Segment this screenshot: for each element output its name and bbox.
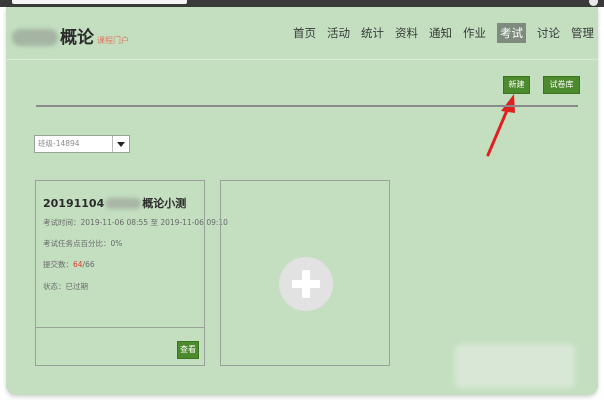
class-select-value: 班级-14894 <box>38 139 80 148</box>
section-divider <box>36 105 578 107</box>
exam-status: 状态：已过期 <box>43 281 88 292</box>
exam-submissions: 提交数：64/66 <box>43 259 95 270</box>
dropdown-arrow-icon[interactable] <box>112 136 129 152</box>
view-button[interactable]: 查看 <box>177 341 199 359</box>
plus-icon[interactable] <box>279 257 333 311</box>
status-badge: 已过期 <box>65 282 89 291</box>
class-select[interactable]: 班级-14894 <box>34 135 130 153</box>
submissions-total: /66 <box>82 260 95 269</box>
watermark <box>455 344 575 388</box>
address-bar[interactable] <box>12 0 187 4</box>
status-label: 状态： <box>43 282 66 291</box>
exam-title-name: 概论小测 <box>142 197 187 210</box>
submissions-count: 64 <box>73 260 83 269</box>
window-control-icon[interactable] <box>589 0 598 6</box>
exam-time: 考试时间：2019-11-06 08:55 至 2019-11-06 09:10 <box>43 218 228 227</box>
add-exam-card[interactable] <box>220 180 390 366</box>
browser-topbar <box>0 0 604 7</box>
exam-pass-rate: 考试任务点百分比：0% <box>43 239 123 248</box>
course-page: 概论 课程门户 首页 活动 统计 资料 通知 作业 考试 讨论 管理 新建 试卷… <box>6 7 598 395</box>
exam-title-date: 20191104 <box>43 196 105 210</box>
exam-card: 20191104 概论小测 考试时间：2019-11-06 08:55 至 20… <box>35 180 228 366</box>
exam-title[interactable]: 20191104 概论小测 <box>43 195 186 211</box>
card-divider <box>36 327 204 328</box>
blurred-exam-name <box>105 197 142 209</box>
submissions-label: 提交数： <box>43 260 73 269</box>
